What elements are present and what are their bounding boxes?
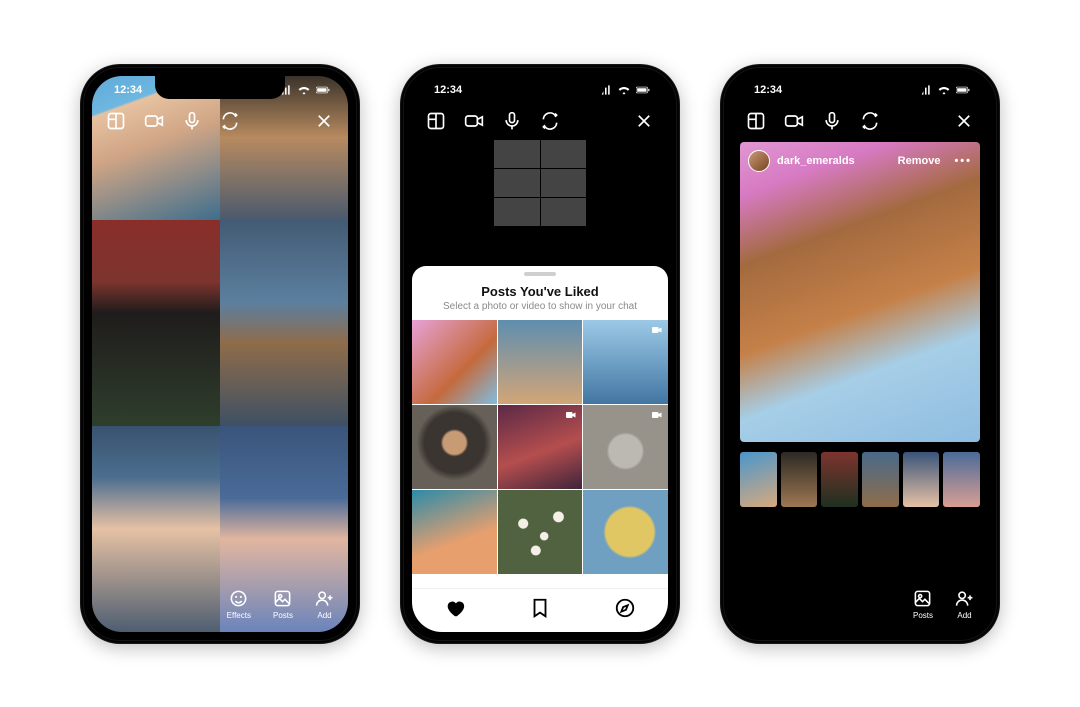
post-author[interactable]: dark_emeralds — [748, 150, 855, 172]
call-toolbar — [412, 104, 668, 138]
sheet-tab-bar — [412, 588, 668, 632]
phone-mockup-1: 12:34 — [80, 64, 360, 644]
add-label: Add — [957, 611, 971, 620]
posts-label: Posts — [273, 611, 293, 620]
participant-tile[interactable] — [92, 220, 220, 426]
add-button[interactable]: Add — [315, 589, 334, 620]
sheet-handle[interactable] — [524, 272, 556, 276]
call-toolbar — [732, 104, 988, 138]
remove-button[interactable]: Remove — [898, 155, 941, 167]
participant-thumb[interactable] — [862, 452, 899, 507]
video-badge-icon — [564, 409, 578, 421]
bottom-action-bar: Effects Posts Add — [92, 589, 348, 624]
call-toolbar — [92, 104, 348, 138]
mini-participant — [494, 140, 540, 168]
sheet-title: Posts You've Liked — [412, 284, 668, 299]
close-icon[interactable] — [634, 111, 654, 131]
post-thumbnail[interactable] — [412, 405, 497, 489]
flip-camera-icon[interactable] — [540, 111, 560, 131]
participant-tile[interactable] — [220, 220, 348, 426]
layout-icon[interactable] — [426, 111, 446, 131]
liked-posts-grid — [412, 320, 668, 588]
participant-thumb-row — [740, 452, 980, 507]
effects-label: Effects — [227, 611, 251, 620]
flip-camera-icon[interactable] — [860, 111, 880, 131]
participant-thumb[interactable] — [821, 452, 858, 507]
avatar — [748, 150, 770, 172]
camera-icon[interactable] — [144, 111, 164, 131]
video-badge-icon — [650, 409, 664, 421]
status-icons — [598, 85, 650, 95]
effects-button[interactable]: Effects — [227, 589, 251, 620]
status-time: 12:34 — [754, 84, 782, 96]
posts-sheet: Posts You've Liked Select a photo or vid… — [412, 266, 668, 632]
status-time: 12:34 — [434, 84, 462, 96]
phone-mockup-2: 12:34 — [400, 64, 680, 644]
video-call-grid — [92, 76, 348, 632]
username-label: dark_emeralds — [777, 155, 855, 167]
saved-tab[interactable] — [529, 597, 551, 624]
post-thumbnail[interactable] — [498, 320, 583, 404]
shared-post-header: dark_emeralds Remove ••• — [748, 150, 972, 172]
bottom-action-bar: Posts Add — [732, 589, 988, 624]
explore-tab[interactable] — [614, 597, 636, 624]
phone-mockup-3: 12:34 dark_emeralds — [720, 64, 1000, 644]
content-area: dark_emeralds Remove ••• — [732, 138, 988, 632]
post-thumbnail[interactable] — [583, 490, 668, 574]
sheet-subtitle: Select a photo or video to show in your … — [412, 301, 668, 312]
post-thumbnail[interactable] — [412, 490, 497, 574]
notch — [795, 76, 925, 99]
mic-icon[interactable] — [822, 111, 842, 131]
minimized-call-grid[interactable] — [494, 140, 586, 226]
close-icon[interactable] — [954, 111, 974, 131]
screen-2: 12:34 — [412, 76, 668, 632]
flip-camera-icon[interactable] — [220, 111, 240, 131]
add-button[interactable]: Add — [955, 589, 974, 620]
posts-button[interactable]: Posts — [273, 589, 293, 620]
post-thumbnail[interactable] — [498, 405, 583, 489]
notch — [475, 76, 605, 99]
post-thumbnail[interactable] — [583, 320, 668, 404]
video-badge-icon — [650, 324, 664, 336]
mini-participant — [541, 140, 587, 168]
posts-button[interactable]: Posts — [913, 589, 933, 620]
status-time: 12:34 — [114, 84, 142, 96]
add-label: Add — [317, 611, 331, 620]
liked-tab[interactable] — [444, 597, 466, 624]
content-area: Posts You've Liked Select a photo or vid… — [412, 138, 668, 632]
layout-icon[interactable] — [746, 111, 766, 131]
mic-icon[interactable] — [182, 111, 202, 131]
participant-thumb[interactable] — [740, 452, 777, 507]
camera-icon[interactable] — [784, 111, 804, 131]
screen-1: 12:34 — [92, 76, 348, 632]
layout-icon[interactable] — [106, 111, 126, 131]
post-thumbnail[interactable] — [412, 320, 497, 404]
participant-thumb[interactable] — [943, 452, 980, 507]
post-thumbnail — [498, 490, 583, 574]
more-icon[interactable]: ••• — [954, 155, 972, 167]
close-icon[interactable] — [314, 111, 334, 131]
participant-thumb[interactable] — [903, 452, 940, 507]
screen-3: 12:34 dark_emeralds — [732, 76, 988, 632]
posts-label: Posts — [913, 611, 933, 620]
mic-icon[interactable] — [502, 111, 522, 131]
mini-participant — [541, 169, 587, 197]
post-thumbnail[interactable] — [583, 405, 668, 489]
status-icons — [918, 85, 970, 95]
status-icons — [278, 85, 330, 95]
notch — [155, 76, 285, 99]
mini-participant — [494, 198, 540, 226]
camera-icon[interactable] — [464, 111, 484, 131]
mini-participant — [541, 198, 587, 226]
participant-thumb[interactable] — [781, 452, 818, 507]
mini-participant — [494, 169, 540, 197]
shared-post[interactable]: dark_emeralds Remove ••• — [740, 142, 980, 442]
